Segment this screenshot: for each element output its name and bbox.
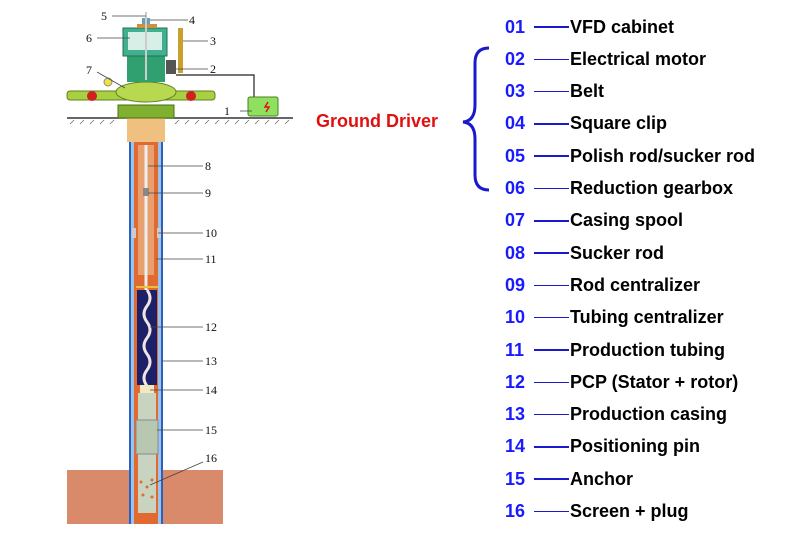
diagram-label-2: 2 [210, 62, 216, 76]
ground-driver-label: Ground Driver [316, 111, 439, 131]
rod-centralizer [143, 188, 149, 196]
legend-item: 15 Anchor [505, 466, 633, 492]
valve-left [87, 91, 97, 101]
diagram-label-8: 8 [205, 159, 211, 173]
leader-line [534, 316, 569, 319]
legend-item: 14 Positioning pin [505, 434, 700, 460]
diagram-label-12: 12 [205, 320, 217, 334]
legend-item: 09 Rod centralizer [505, 272, 700, 298]
legend-item: 04 Square clip [505, 111, 667, 137]
casing-spool [117, 104, 175, 119]
leader-line [534, 478, 569, 480]
legend-item: 13 Production casing [505, 402, 727, 428]
diagram-label-7: 7 [86, 63, 92, 77]
legend-label: Positioning pin [570, 436, 700, 457]
legend-number: 15 [505, 468, 526, 489]
vfd-cabinet [247, 96, 279, 117]
legend-label: PCP (Stator + rotor) [570, 371, 739, 392]
legend-item: 10 Tubing centralizer [505, 305, 724, 331]
legend-number: 04 [505, 113, 526, 134]
leader-line [534, 123, 569, 125]
legend-number: 12 [505, 371, 526, 392]
legend-number: 09 [505, 274, 526, 295]
legend-number: 07 [505, 210, 526, 231]
leader-line [534, 58, 569, 61]
diagram-label-11: 11 [205, 252, 217, 266]
diagram-label-9: 9 [205, 186, 211, 200]
legend-number: 11 [505, 339, 525, 360]
leader-line [534, 510, 569, 513]
legend-item: 08 Sucker rod [505, 240, 664, 266]
legend-item: 02 Electrical motor [505, 46, 706, 72]
leader-line [534, 26, 569, 28]
brace-icon [462, 46, 490, 192]
leader-line [534, 446, 569, 448]
legend-number: 05 [505, 145, 526, 166]
legend-label: Sucker rod [570, 242, 665, 263]
diagram-label-14: 14 [205, 383, 217, 397]
legend-label: Screen + plug [570, 501, 689, 521]
leader-line [534, 349, 569, 351]
legend-label: Reduction gearbox [570, 178, 734, 198]
legend-label: Electrical motor [570, 48, 707, 69]
legend-item: 01 VFD cabinet [505, 14, 674, 40]
diagram-label-13: 13 [205, 354, 217, 368]
legend-number: 14 [505, 436, 526, 457]
legend-number: 01 [505, 16, 526, 37]
diagram-label-5: 5 [101, 9, 107, 23]
legend-number: 08 [505, 242, 526, 263]
legend-number: 16 [505, 501, 526, 521]
diagram-label-3: 3 [210, 34, 216, 48]
legend-item: 12 PCP (Stator + rotor) [505, 369, 738, 395]
legend-item: 03 Belt [505, 79, 604, 105]
tubing-head [127, 118, 165, 142]
leader-line [534, 284, 569, 287]
legend-number: 10 [505, 307, 526, 328]
diagram-label-16: 16 [205, 451, 217, 465]
legend-item: 16 Screen + plug [505, 499, 689, 525]
diagram-label-1: 1 [224, 104, 230, 118]
leader-line [534, 381, 569, 384]
legend-label: Polish rod/sucker rod [570, 145, 756, 166]
pcp-well-diagram: 1 2 3 4 5 6 7 8 9 10 11 12 13 14 15 16 [66, 9, 293, 524]
legend-item: 11 Production tubing [505, 337, 725, 363]
legend-number: 06 [505, 178, 526, 198]
legend-item: 05 Polish rod/sucker rod [505, 143, 755, 169]
valve-right [186, 91, 196, 101]
legend-label: Square clip [570, 113, 668, 134]
legend-item: 06 Reduction gearbox [505, 176, 733, 202]
leader-line [534, 413, 569, 416]
legend-label: Production casing [570, 404, 728, 425]
legend-label: Anchor [570, 468, 633, 489]
legend-label: Belt [570, 81, 605, 102]
legend-label: VFD cabinet [570, 16, 675, 37]
leader-line [534, 155, 569, 157]
legend-label: Tubing centralizer [570, 307, 724, 328]
leader-line [534, 252, 569, 254]
leader-line [534, 90, 569, 93]
diagram-label-4: 4 [189, 13, 195, 27]
legend-number: 03 [505, 81, 526, 102]
legend-label: Production tubing [570, 339, 725, 360]
leader-line [534, 220, 569, 222]
legend-number: 13 [505, 404, 526, 425]
legend-label: Casing spool [570, 210, 684, 231]
legend-number: 02 [505, 48, 526, 69]
leader-line [534, 187, 569, 190]
belt [178, 28, 183, 73]
pressure-gauge [103, 77, 113, 87]
diagram-label-10: 10 [205, 226, 217, 240]
diagram-label-15: 15 [205, 423, 217, 437]
legend-label: Rod centralizer [570, 274, 701, 295]
diagram-label-6: 6 [86, 31, 92, 45]
positioning-pin [140, 385, 154, 393]
legend-item: 07 Casing spool [505, 208, 683, 234]
